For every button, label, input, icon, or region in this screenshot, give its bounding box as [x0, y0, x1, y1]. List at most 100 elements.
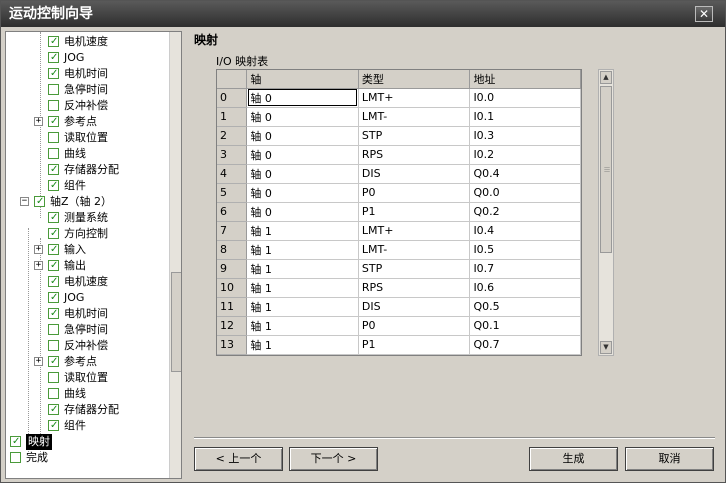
type-cell[interactable]: P1: [358, 335, 471, 355]
table-row[interactable]: 0轴 0 LMT+ I0.0: [217, 88, 581, 108]
table-row[interactable]: 3轴 0 RPS I0.2: [217, 145, 581, 165]
address-cell[interactable]: I0.7: [469, 259, 581, 279]
collapse-icon[interactable]: −: [20, 197, 29, 206]
tree-item[interactable]: 读取位置: [6, 130, 168, 146]
axis-cell[interactable]: 轴 1: [246, 316, 359, 336]
tree-item[interactable]: 急停时间: [6, 322, 168, 338]
axis-cell[interactable]: 轴 0: [246, 183, 359, 203]
tree-item[interactable]: 电机时间: [6, 306, 168, 322]
checkbox-icon[interactable]: [34, 194, 45, 210]
tree-item[interactable]: 方向控制: [6, 226, 168, 242]
checkbox-icon[interactable]: [48, 402, 59, 418]
checkbox-icon[interactable]: [48, 66, 59, 82]
generate-button[interactable]: 生成: [529, 447, 618, 471]
tree-item[interactable]: 读取位置: [6, 370, 168, 386]
type-cell[interactable]: LMT+: [358, 88, 471, 108]
checkbox-icon[interactable]: [10, 434, 21, 450]
checkbox-icon[interactable]: [48, 162, 59, 178]
expand-icon[interactable]: +: [34, 245, 43, 254]
address-cell[interactable]: I0.0: [469, 88, 581, 108]
axis-cell[interactable]: 轴 1: [246, 259, 359, 279]
expand-icon[interactable]: +: [34, 261, 43, 270]
close-icon[interactable]: ✕: [695, 6, 713, 22]
address-cell[interactable]: I0.4: [469, 221, 581, 241]
scroll-down-icon[interactable]: ▼: [600, 341, 612, 354]
checkbox-icon[interactable]: [48, 114, 59, 130]
axis-cell[interactable]: 轴 1: [246, 278, 359, 298]
address-cell[interactable]: I0.1: [469, 107, 581, 127]
address-cell[interactable]: Q0.7: [469, 335, 581, 355]
tree-item[interactable]: JOG: [6, 50, 168, 66]
table-row[interactable]: 7轴 1 LMT+ I0.4: [217, 221, 581, 241]
checkbox-icon[interactable]: [10, 452, 21, 463]
checkbox-icon[interactable]: [48, 148, 59, 159]
table-row[interactable]: 1轴 0 LMT- I0.1: [217, 107, 581, 127]
address-cell[interactable]: Q0.1: [469, 316, 581, 336]
axis-cell[interactable]: 轴 1: [246, 297, 359, 317]
type-cell[interactable]: P0: [358, 316, 471, 336]
address-cell[interactable]: I0.6: [469, 278, 581, 298]
tree-item[interactable]: 反冲补偿: [6, 338, 168, 354]
table-scroll-thumb[interactable]: — — —: [600, 86, 612, 253]
type-cell[interactable]: DIS: [358, 164, 471, 184]
address-cell[interactable]: I0.3: [469, 126, 581, 146]
type-cell[interactable]: STP: [358, 259, 471, 279]
expand-icon[interactable]: +: [34, 357, 43, 366]
checkbox-icon[interactable]: [48, 372, 59, 383]
checkbox-icon[interactable]: [48, 388, 59, 399]
checkbox-icon[interactable]: [48, 290, 59, 306]
checkbox-icon[interactable]: [48, 210, 59, 226]
axis-cell[interactable]: 轴 0: [246, 88, 359, 108]
tree-item[interactable]: 电机速度: [6, 34, 168, 50]
checkbox-icon[interactable]: [48, 84, 59, 95]
axis-cell[interactable]: 轴 1: [246, 335, 359, 355]
tree-item[interactable]: 电机时间: [6, 66, 168, 82]
checkbox-icon[interactable]: [48, 100, 59, 111]
address-cell[interactable]: Q0.4: [469, 164, 581, 184]
tree-item[interactable]: + 参考点: [6, 114, 168, 130]
checkbox-icon[interactable]: [48, 258, 59, 274]
expand-icon[interactable]: +: [34, 117, 43, 126]
axis-cell[interactable]: 轴 0: [246, 126, 359, 146]
tree-item[interactable]: 映射: [6, 434, 168, 450]
address-cell[interactable]: Q0.5: [469, 297, 581, 317]
table-row[interactable]: 12 轴 1 P0 Q0.1: [217, 316, 581, 336]
tree-item[interactable]: 急停时间: [6, 82, 168, 98]
checkbox-icon[interactable]: [48, 34, 59, 50]
table-row[interactable]: 6轴 0 P1 Q0.2: [217, 202, 581, 222]
axis-cell[interactable]: 轴 0: [246, 202, 359, 222]
tree-scroll-thumb[interactable]: [171, 272, 181, 372]
tree-item[interactable]: 组件: [6, 418, 168, 434]
address-cell[interactable]: Q0.0: [469, 183, 581, 203]
prev-button[interactable]: < 上一个: [194, 447, 283, 471]
tree-item[interactable]: 完成: [6, 450, 168, 466]
checkbox-icon[interactable]: [48, 340, 59, 351]
type-cell[interactable]: DIS: [358, 297, 471, 317]
checkbox-icon[interactable]: [48, 354, 59, 370]
axis-cell[interactable]: 轴 0: [246, 164, 359, 184]
checkbox-icon[interactable]: [48, 50, 59, 66]
checkbox-icon[interactable]: [48, 324, 59, 335]
tree-item[interactable]: 电机速度: [6, 274, 168, 290]
checkbox-icon[interactable]: [48, 306, 59, 322]
table-row[interactable]: 11 轴 1 DIS Q0.5: [217, 297, 581, 317]
tree-item[interactable]: 组件: [6, 178, 168, 194]
checkbox-icon[interactable]: [48, 178, 59, 194]
axis-cell[interactable]: 轴 0: [246, 145, 359, 165]
type-cell[interactable]: P0: [358, 183, 471, 203]
tree-item[interactable]: 曲线: [6, 146, 168, 162]
type-cell[interactable]: RPS: [358, 145, 471, 165]
axis-cell[interactable]: 轴 1: [246, 221, 359, 241]
cancel-button[interactable]: 取消: [625, 447, 714, 471]
table-row[interactable]: 8轴 1 LMT- I0.5: [217, 240, 581, 260]
tree-item[interactable]: + 输出: [6, 258, 168, 274]
scroll-up-icon[interactable]: ▲: [600, 71, 612, 84]
table-row[interactable]: 13 轴 1 P1 Q0.7: [217, 335, 581, 355]
tree-scrollbar[interactable]: [169, 32, 181, 478]
type-cell[interactable]: LMT-: [358, 107, 471, 127]
tree-item[interactable]: − 轴Z（轴 2）: [6, 194, 168, 210]
tree-item[interactable]: 测量系统: [6, 210, 168, 226]
axis-cell[interactable]: 轴 0: [246, 107, 359, 127]
tree-item[interactable]: 反冲补偿: [6, 98, 168, 114]
type-cell[interactable]: LMT+: [358, 221, 471, 241]
